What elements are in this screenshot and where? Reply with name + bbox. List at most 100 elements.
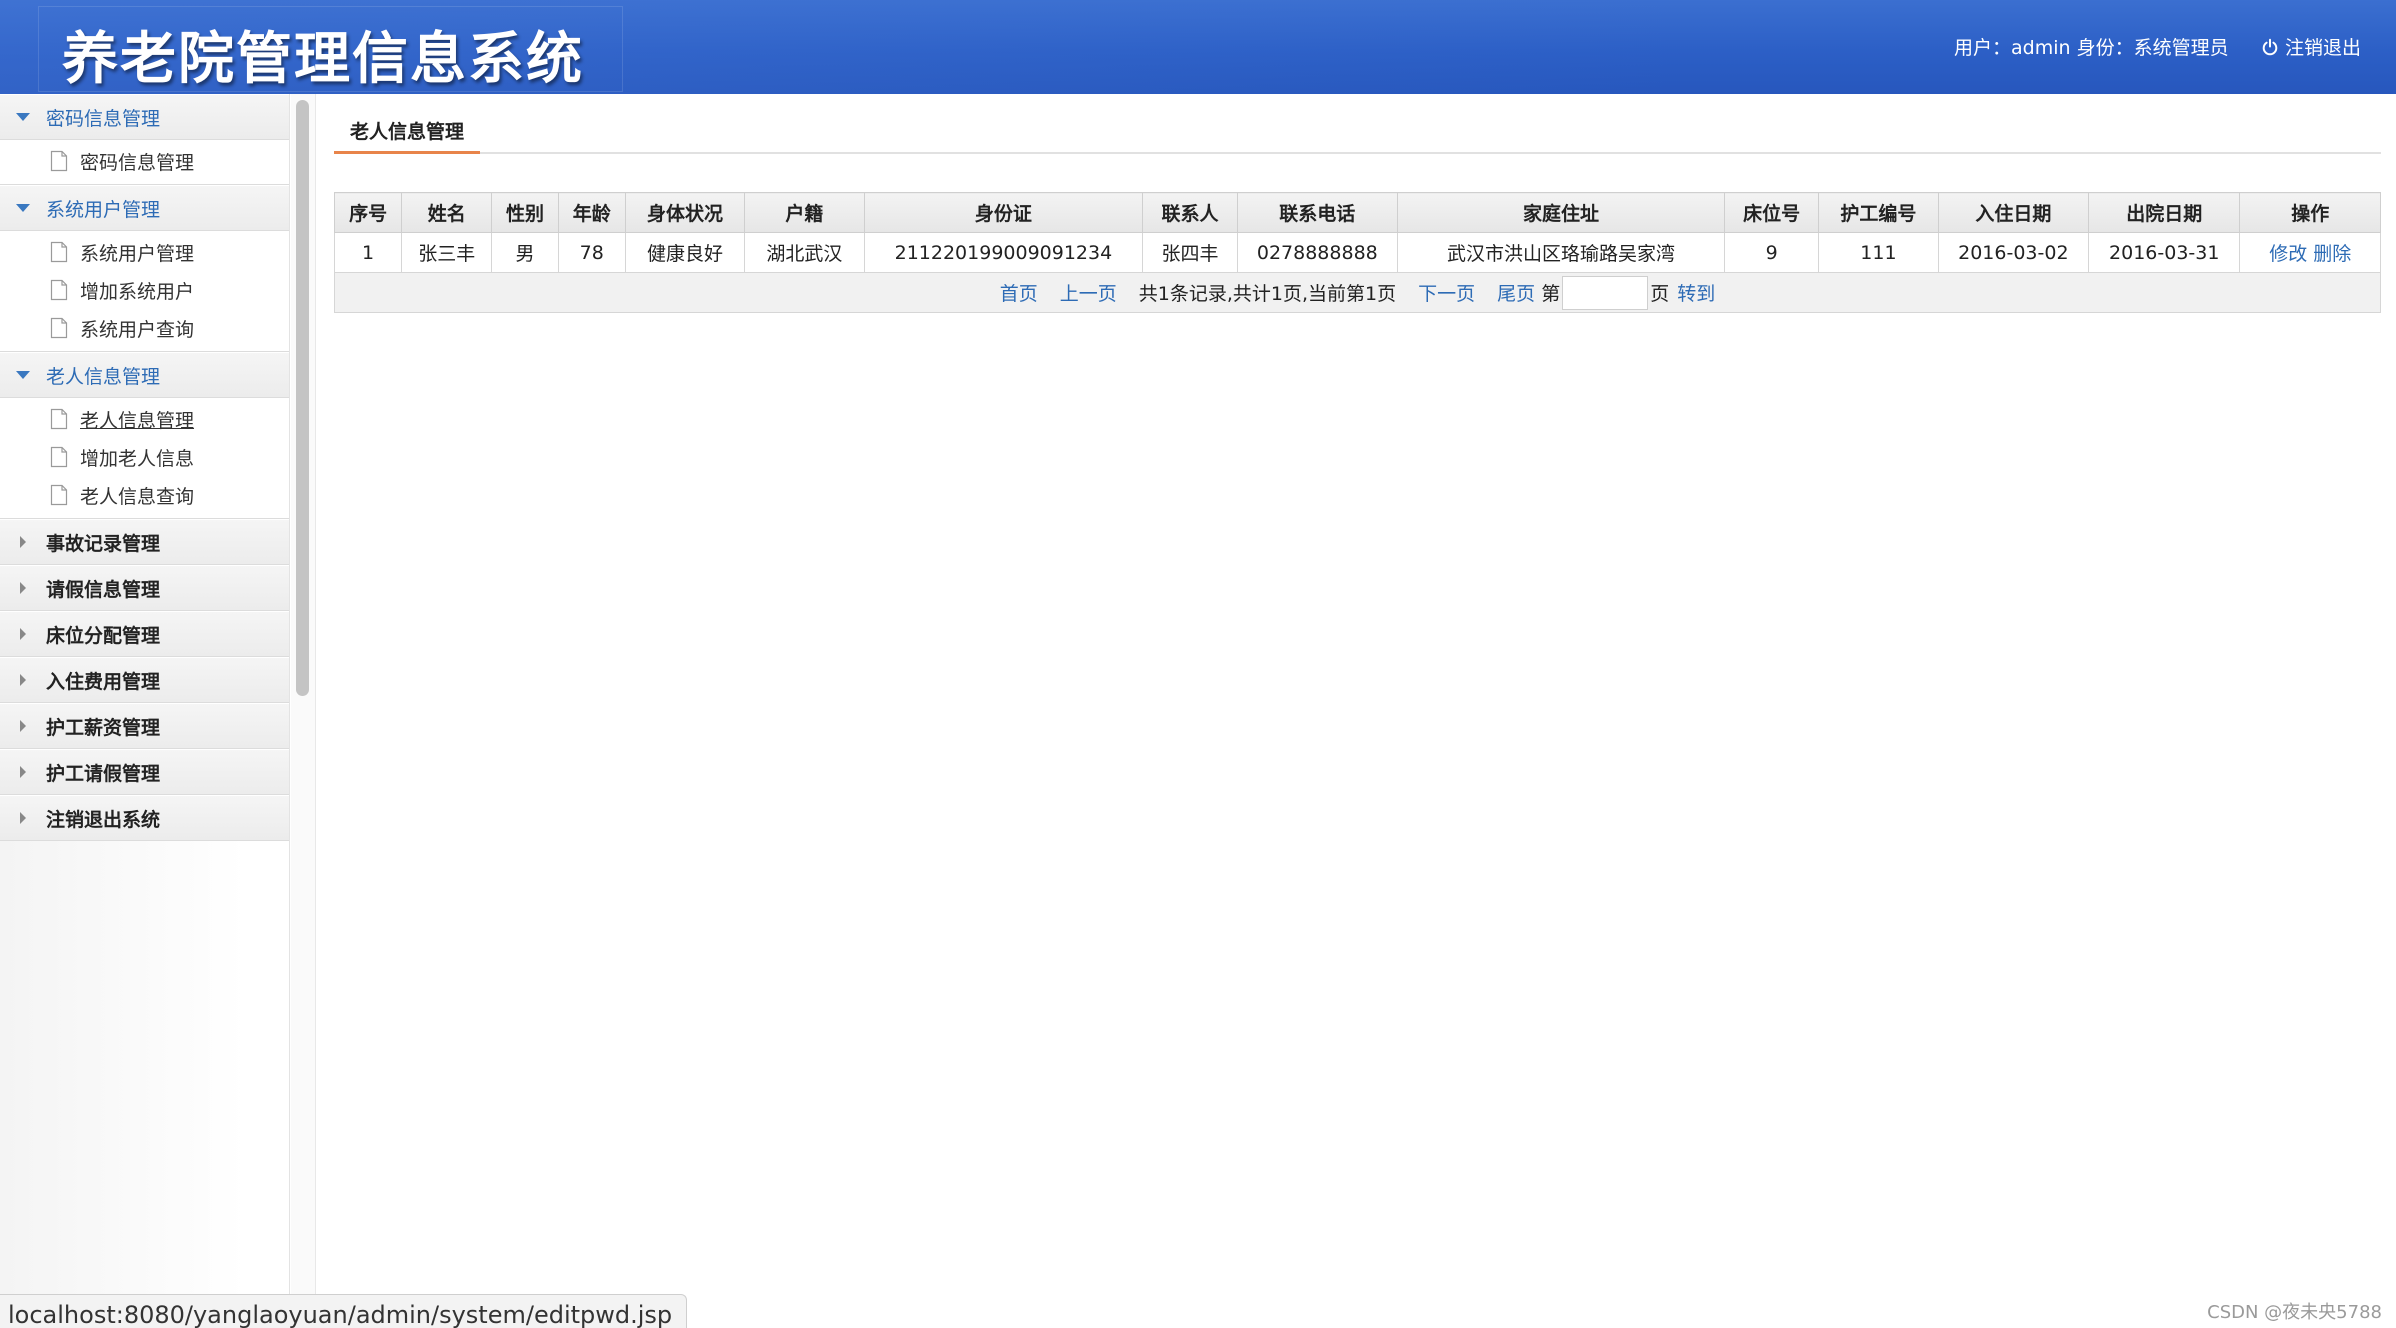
user-info: 用户：admin 身份：系统管理员 [1954, 37, 2229, 59]
pager-cell: 首页 上一页 共1条记录,共计1页,当前第1页 下一页 尾页 第 页 转到 [334, 272, 2381, 313]
sidebar-item-label: 系统用户查询 [80, 318, 195, 341]
sidebar-item-query-elder[interactable]: 老人信息查询 [0, 476, 289, 514]
app-header: 养老院管理信息系统 用户：admin 身份：系统管理员 注销退出 [0, 0, 2396, 94]
first-page-link[interactable]: 首页 [1000, 279, 1038, 306]
submenu-password: 密码信息管理 [0, 140, 289, 185]
sidebar-item-add-system-user[interactable]: 增加系统用户 [0, 271, 289, 309]
menu-group-logout-system[interactable]: 注销退出系统 [0, 795, 289, 841]
menu-group-label: 床位分配管理 [46, 624, 161, 647]
column-header: 出院日期 [2088, 192, 2241, 233]
document-icon [50, 279, 68, 301]
menu-group-leave-info[interactable]: 请假信息管理 [0, 565, 289, 611]
page-suffix-label: 页 [1650, 283, 1670, 305]
sidebar-item-password-manage[interactable]: 密码信息管理 [0, 142, 289, 180]
column-header: 身体状况 [624, 192, 746, 233]
chevron-right-icon [0, 536, 46, 548]
goto-page-link[interactable]: 转到 [1677, 279, 1715, 306]
table-cell: 2016-03-31 [2088, 232, 2241, 273]
menu-group-label: 入住费用管理 [46, 670, 161, 693]
delete-link[interactable]: 删除 [2313, 243, 2351, 265]
sidebar-item-label: 老人信息查询 [80, 485, 195, 508]
submenu-system-users: 系统用户管理 增加系统用户 系统用户查询 [0, 231, 289, 352]
menu-group-accident-records[interactable]: 事故记录管理 [0, 519, 289, 565]
pagination: 首页 上一页 共1条记录,共计1页,当前第1页 下一页 尾页 第 页 转到 [335, 275, 2380, 310]
chevron-right-icon [0, 628, 46, 640]
sidebar-scroll-thumb[interactable] [296, 100, 309, 696]
column-header: 联系人 [1142, 192, 1238, 233]
sidebar-item-label: 增加老人信息 [80, 447, 195, 470]
edit-link[interactable]: 修改 [2269, 243, 2307, 265]
table-cell: 9 [1723, 232, 1820, 273]
table-cell: 健康良好 [624, 232, 746, 273]
document-icon [50, 484, 68, 506]
elder-info-table: 序号 姓名 性别 年龄 身体状况 户籍 身份证 联系人 联系电话 家庭住址 床位… [333, 192, 2381, 313]
chevron-right-icon [0, 720, 46, 732]
menu-group-bed-allocation[interactable]: 床位分配管理 [0, 611, 289, 657]
column-header: 床位号 [1723, 192, 1820, 233]
table-cell: 男 [491, 232, 559, 273]
menu-group-system-users[interactable]: 系统用户管理 [0, 185, 289, 231]
menu-group-password[interactable]: 密码信息管理 [0, 94, 289, 140]
chevron-right-icon [0, 674, 46, 686]
column-header: 身份证 [863, 192, 1144, 233]
sidebar-item-elder-manage[interactable]: 老人信息管理 [0, 400, 289, 438]
sidebar-item-query-system-user[interactable]: 系统用户查询 [0, 309, 289, 347]
document-icon [50, 408, 68, 430]
sidebar-item-label: 密码信息管理 [80, 151, 195, 174]
page-prefix-label: 第 [1541, 283, 1561, 305]
sidebar-item-label: 系统用户管理 [80, 242, 195, 265]
main-content: 老人信息管理 序号 姓名 性别 年龄 身体状况 户籍 身份证 联系人 联系电话 … [316, 94, 2396, 1328]
menu-group-elder-info[interactable]: 老人信息管理 [0, 352, 289, 398]
menu-group-label: 事故记录管理 [46, 532, 161, 555]
document-icon [50, 446, 68, 468]
logout-label: 注销退出 [2285, 37, 2362, 59]
menu-group-label: 护工薪资管理 [46, 716, 161, 739]
sidebar-scrollbar[interactable] [291, 94, 316, 1328]
column-header: 性别 [491, 192, 559, 233]
menu-group-label: 护工请假管理 [46, 762, 161, 785]
chevron-down-icon [0, 204, 46, 212]
menu-group-label: 注销退出系统 [46, 808, 161, 831]
table-cell: 111 [1818, 232, 1939, 273]
chevron-down-icon [0, 371, 46, 379]
sidebar-item-label: 增加系统用户 [80, 280, 195, 303]
document-icon [50, 317, 68, 339]
pagination-info: 共1条记录,共计1页,当前第1页 [1138, 283, 1397, 305]
next-page-link[interactable]: 下一页 [1418, 279, 1475, 306]
menu-group-label: 密码信息管理 [46, 107, 161, 130]
table-cell: 1 [333, 232, 403, 273]
table-cell: 张四丰 [1142, 232, 1238, 273]
sidebar-item-system-user-manage[interactable]: 系统用户管理 [0, 233, 289, 271]
column-header: 联系电话 [1236, 192, 1399, 233]
column-header: 户籍 [744, 192, 865, 233]
column-header: 家庭住址 [1397, 192, 1725, 233]
column-header: 操作 [2239, 192, 2381, 233]
column-header: 入住日期 [1937, 192, 2090, 233]
table-cell: 0278888888 [1236, 232, 1399, 273]
menu-group-caregiver-leave[interactable]: 护工请假管理 [0, 749, 289, 795]
document-icon [50, 150, 68, 172]
table-cell: 2016-03-02 [1937, 232, 2090, 273]
prev-page-link[interactable]: 上一页 [1060, 279, 1117, 306]
page-number-input[interactable] [1562, 275, 1649, 310]
app-title: 养老院管理信息系统 [62, 27, 584, 92]
chevron-right-icon [0, 812, 46, 824]
table-cell: 211220199009091234 [863, 232, 1144, 273]
document-icon [50, 241, 68, 263]
menu-group-stay-fees[interactable]: 入住费用管理 [0, 657, 289, 703]
last-page-link[interactable]: 尾页 [1497, 279, 1535, 306]
table-cell: 张三丰 [401, 232, 493, 273]
tab-bar: 老人信息管理 [334, 112, 2381, 154]
menu-group-label: 系统用户管理 [46, 198, 161, 221]
chevron-right-icon [0, 582, 46, 594]
logout-button[interactable]: 注销退出 [2261, 33, 2361, 60]
menu-group-label: 老人信息管理 [46, 365, 161, 388]
sidebar-item-add-elder[interactable]: 增加老人信息 [0, 438, 289, 476]
submenu-elder-info: 老人信息管理 增加老人信息 老人信息查询 [0, 398, 289, 519]
tab-elder-info-manage[interactable]: 老人信息管理 [334, 112, 481, 154]
menu-group-caregiver-salary[interactable]: 护工薪资管理 [0, 703, 289, 749]
status-bar-url: localhost:8080/yanglaoyuan/admin/system/… [0, 1294, 688, 1328]
table-cell: 武汉市洪山区珞瑜路吴家湾 [1397, 232, 1725, 273]
column-header: 年龄 [557, 192, 626, 233]
table-row: 1 张三丰 男 78 健康良好 湖北武汉 211220199009091234 … [333, 232, 2381, 273]
